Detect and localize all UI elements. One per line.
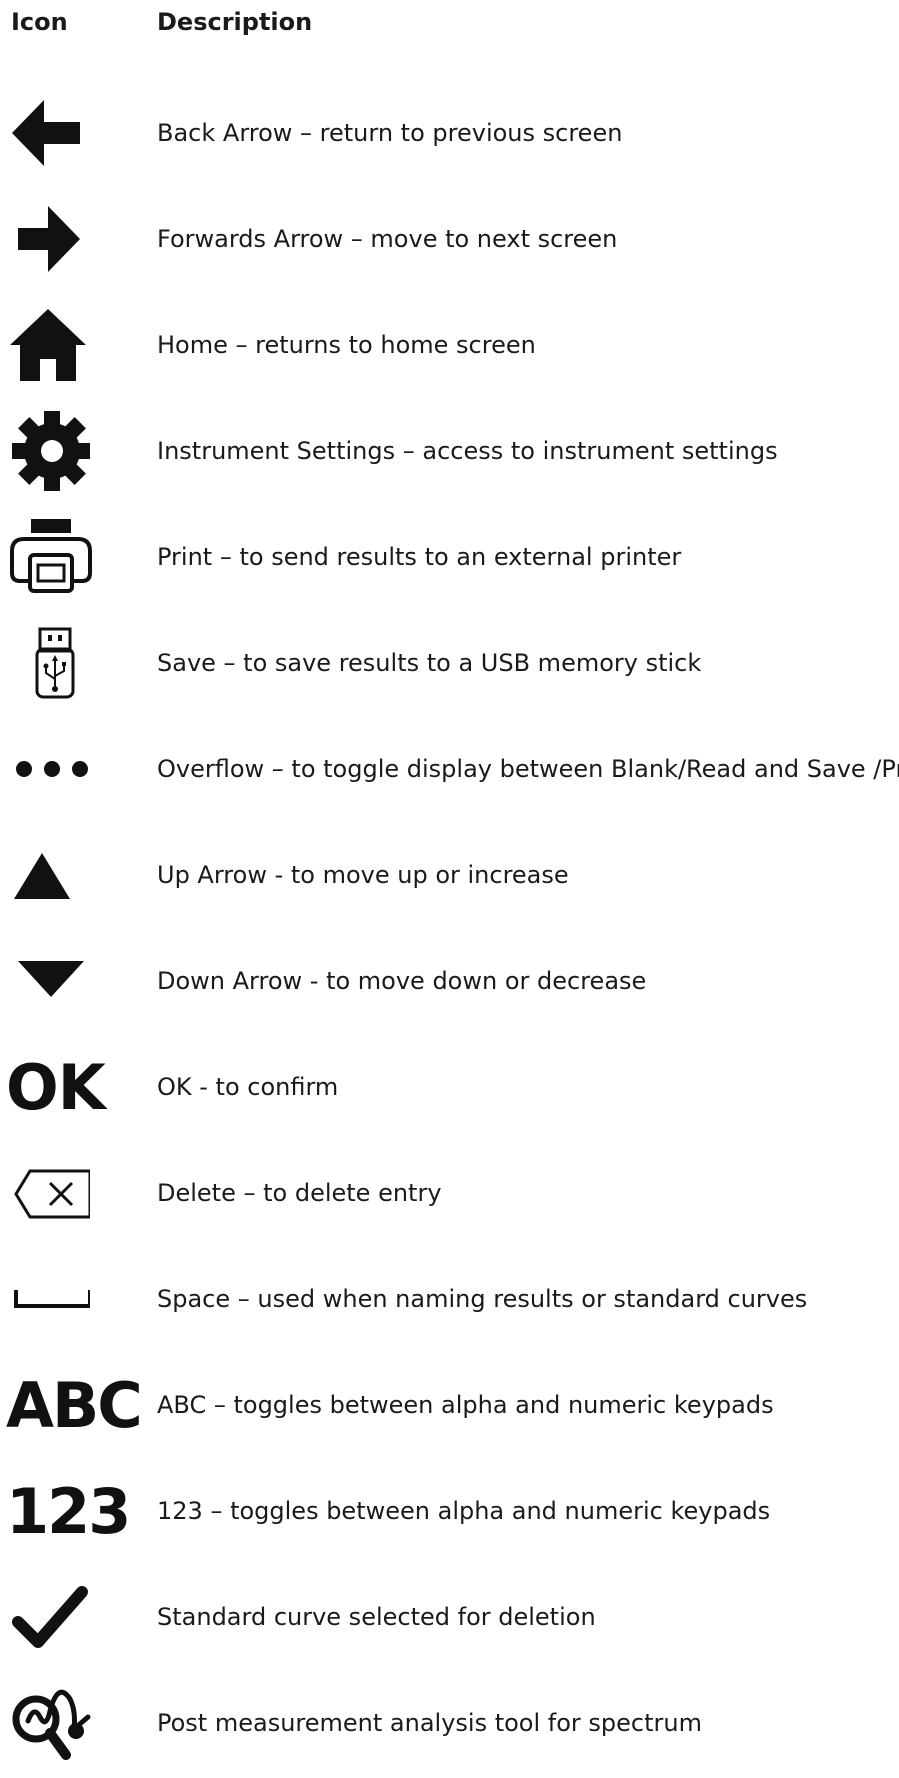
table-row: Space – used when naming results or stan… <box>0 1246 899 1352</box>
row-description: Post measurement analysis tool for spect… <box>157 1709 702 1737</box>
table-row: Overflow – to toggle display between Bla… <box>0 716 899 822</box>
table-row: Post measurement analysis tool for spect… <box>0 1670 899 1776</box>
abc-icon: ABC <box>6 1352 146 1458</box>
table-row: Back Arrow – return to previous screen <box>0 80 899 186</box>
row-description: Home – returns to home screen <box>157 331 536 359</box>
table-row: Home – returns to home screen <box>0 292 899 398</box>
table-row: Print – to send results to an external p… <box>0 504 899 610</box>
numeric-icon: 123 <box>6 1458 146 1564</box>
analysis-tool-icon <box>6 1670 146 1776</box>
row-description: Forwards Arrow – move to next screen <box>157 225 618 253</box>
table-row: Delete – to delete entry <box>0 1140 899 1246</box>
row-description: Up Arrow - to move up or increase <box>157 861 569 889</box>
row-description: Instrument Settings – access to instrume… <box>157 437 778 465</box>
gear-icon <box>6 398 146 504</box>
table-row: Down Arrow - to move down or decrease <box>0 928 899 1034</box>
table-row: Up Arrow - to move up or increase <box>0 822 899 928</box>
abc-icon-text: ABC <box>6 1368 143 1442</box>
back-arrow-icon <box>6 80 146 186</box>
table-row: Instrument Settings – access to instrume… <box>0 398 899 504</box>
table-row: OK OK - to confirm <box>0 1034 899 1140</box>
row-description: ABC – toggles between alpha and numeric … <box>157 1391 774 1419</box>
home-icon <box>6 292 146 398</box>
overflow-icon <box>6 716 146 822</box>
row-description: Standard curve selected for deletion <box>157 1603 596 1631</box>
usb-stick-icon <box>6 610 146 716</box>
row-description: 123 – toggles between alpha and numeric … <box>157 1497 771 1525</box>
row-description: Print – to send results to an external p… <box>157 543 682 571</box>
table-row: Save – to save results to a USB memory s… <box>0 610 899 716</box>
row-description: Down Arrow - to move down or decrease <box>157 967 647 995</box>
row-description: Delete – to delete entry <box>157 1179 442 1207</box>
forward-arrow-icon <box>6 186 146 292</box>
down-triangle-icon <box>6 928 146 1034</box>
row-description: Overflow – to toggle display between Bla… <box>157 755 899 783</box>
printer-icon <box>6 504 146 610</box>
row-description: Back Arrow – return to previous screen <box>157 119 623 147</box>
checkmark-icon <box>6 1564 146 1670</box>
ok-icon: OK <box>6 1034 146 1140</box>
row-description: OK - to confirm <box>157 1073 339 1101</box>
space-icon <box>6 1246 146 1352</box>
description-column-header: Description <box>157 8 313 36</box>
icon-column-header: Icon <box>11 8 68 36</box>
ok-icon-text: OK <box>6 1050 106 1124</box>
table-row: 123 123 – toggles between alpha and nume… <box>0 1458 899 1564</box>
table-row: ABC ABC – toggles between alpha and nume… <box>0 1352 899 1458</box>
row-description: Save – to save results to a USB memory s… <box>157 649 702 677</box>
numeric-icon-text: 123 <box>6 1474 131 1548</box>
table-row: Forwards Arrow – move to next screen <box>0 186 899 292</box>
table-row: Standard curve selected for deletion <box>0 1564 899 1670</box>
up-triangle-icon <box>6 822 146 928</box>
row-description: Space – used when naming results or stan… <box>157 1285 808 1313</box>
delete-icon <box>6 1140 146 1246</box>
